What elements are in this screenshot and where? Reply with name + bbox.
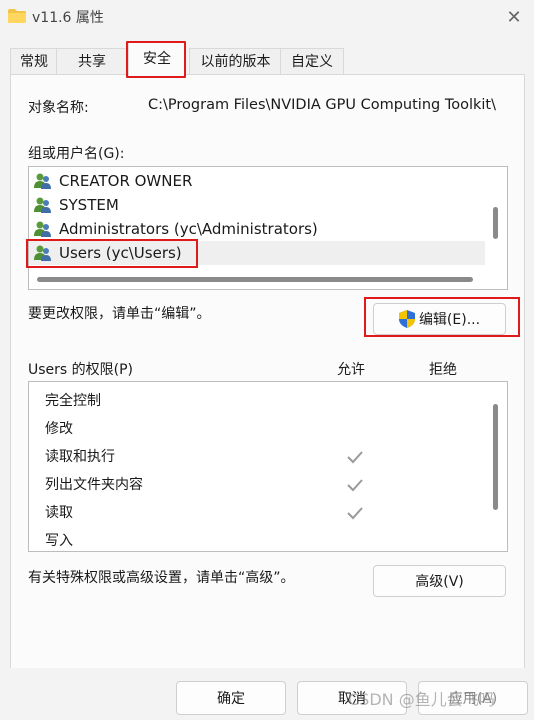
allow-checkmark-icon (347, 451, 363, 464)
shield-icon (398, 310, 415, 328)
edit-button[interactable]: 编辑(E)... (373, 303, 506, 335)
allow-checkmark-icon (347, 479, 363, 492)
tab-sharing[interactable]: 共享 (56, 48, 128, 75)
groups-listbox[interactable]: CREATOR OWNER SYSTEM Administrators (yc\… (28, 166, 508, 290)
groups-vertical-scrollbar[interactable] (493, 207, 498, 239)
permission-row: 完全控制 (45, 393, 101, 409)
groups-label: 组或用户名(G): (28, 146, 125, 162)
permission-row: 修改 (45, 421, 73, 437)
group-row-administrators[interactable]: Administrators (yc\Administrators) (29, 217, 485, 241)
permissions-vertical-scrollbar[interactable] (493, 404, 498, 510)
permission-row: 列出文件夹内容 (45, 471, 505, 499)
advanced-button[interactable]: 高级(V) (373, 565, 506, 597)
ok-button[interactable]: 确定 (176, 681, 286, 715)
tab-previous-versions[interactable]: 以前的版本 (189, 48, 282, 75)
permission-row: 写入 (45, 533, 73, 549)
tab-general[interactable]: 常规 (10, 48, 58, 75)
permissions-label: Users 的权限(P) (28, 362, 134, 378)
permissions-listbox[interactable]: 完全控制 修改 读取和执行 列出文件夹内容 读取 写入 (28, 381, 508, 552)
permission-row: 读取和执行 (45, 443, 505, 471)
allow-column-header: 允许 (337, 362, 365, 378)
group-row-users[interactable]: Users (yc\Users) (29, 241, 485, 265)
allow-checkmark-icon (347, 507, 363, 520)
object-name-value: C:\Program Files\NVIDIA GPU Computing To… (148, 97, 496, 113)
group-row-system[interactable]: SYSTEM (29, 193, 485, 217)
close-icon: ✕ (506, 6, 522, 28)
group-row-creator-owner[interactable]: CREATOR OWNER (29, 169, 485, 193)
permission-row: 读取 (45, 499, 505, 527)
change-permissions-hint: 要更改权限，请单击“编辑”。 (28, 306, 211, 322)
users-icon (34, 221, 51, 237)
object-name-label: 对象名称: (28, 100, 89, 116)
close-button[interactable]: ✕ (494, 0, 534, 34)
tab-customize[interactable]: 自定义 (280, 48, 344, 75)
title-bar: v11.6 属性 ✕ (0, 0, 534, 34)
users-icon (34, 197, 51, 213)
groups-horizontal-scrollbar[interactable] (37, 277, 473, 282)
users-icon (34, 173, 51, 189)
folder-icon (8, 9, 26, 23)
advanced-hint: 有关特殊权限或高级设置，请单击“高级”。 (28, 570, 295, 586)
tab-security[interactable]: 安全 (128, 42, 186, 76)
watermark: CSDN @鱼儿会飞吗 (348, 690, 495, 709)
deny-column-header: 拒绝 (429, 362, 457, 378)
users-icon (34, 245, 51, 261)
window-title: v11.6 属性 (32, 10, 104, 26)
